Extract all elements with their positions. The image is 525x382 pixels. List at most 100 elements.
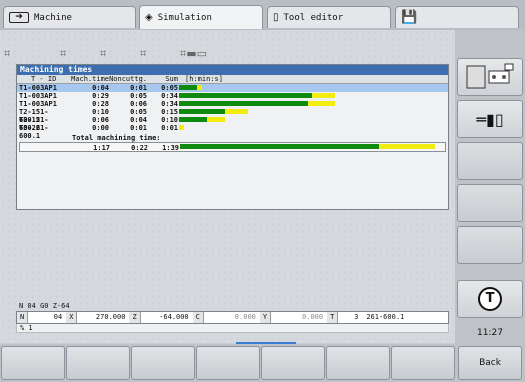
status-panel: N 04 G0 Z-64 N 04 X 270.000 Z -64.000 C … [16,302,449,340]
total-label: Total machining time: [72,134,161,142]
softkey-4[interactable] [196,346,260,380]
tab-tool-editor-label: Tool editor [283,12,344,23]
tab-tool-editor[interactable]: ▯ Tool editor [267,6,391,28]
time-bar [179,117,225,122]
back-button[interactable]: Back [458,346,522,380]
row-mach: 0:29 [92,92,109,100]
time-bar [179,125,184,130]
grid-icon[interactable]: ⌗ [60,47,66,61]
field-value: 0.000 [302,313,324,321]
softkey-tool-table[interactable]: T [457,280,523,318]
softkey-empty[interactable] [457,226,523,264]
grid-icon[interactable]: ⌗ [140,47,146,61]
table-body: T1-003AP1 0:04 0:01 0:05 T1-003AP1 0:29 0:05 0:… [17,84,448,140]
noncutting-bar [225,109,248,114]
tool-editor-icon: ▯ [273,12,279,23]
field-value: 0.000 [234,313,256,321]
tool-holder-icon: ═▮▯ [476,109,504,129]
grid-tool-icon[interactable]: ⌗▬▭ [180,47,207,61]
field-label: X [66,312,78,323]
softkey-empty[interactable] [457,142,523,180]
noncutting-bar [197,85,202,90]
field-label: N [17,312,29,323]
machining-bar [179,101,308,106]
field-value: -64.000 [159,313,189,321]
row-id: T3-261-600.1 [19,124,49,140]
tab-simulation[interactable]: ◈ Simulation [139,5,263,29]
program-line: % 1 [16,324,449,333]
horizontal-softkey-bar: Back [0,344,525,382]
window-title: Machining times [17,65,448,75]
softkey-page-indicator [236,342,296,344]
tab-save[interactable]: 💾 [395,6,519,28]
row-mach: 0:06 [92,116,109,124]
softkey-5[interactable] [261,346,325,380]
row-sum: 0:05 [161,84,178,92]
lathe-view-icon [466,63,514,89]
row-noncut: 0:01 [130,124,147,132]
table-row[interactable]: T3-261-600.1 0:00 0:01 0:01 [17,124,448,140]
table-header: T - ID Mach.time Noncuttg. Sum [h:min:s] [17,75,448,84]
tab-simulation-label: Simulation [157,12,212,23]
table-row[interactable]: T2-151-600.2 0:06 0:04 0:10 [17,116,448,132]
arrow-right-icon: ➔ [9,12,29,23]
table-row[interactable]: T1-003AP1 0:04 0:01 0:05 [17,84,448,92]
simulation-workspace: ⌗ ⌗ ⌗ ⌗ ⌗▬▭ Machining times T - ID Mach.… [0,30,455,343]
field-value: 04 [53,313,63,321]
softkey-view[interactable] [457,58,523,96]
row-mach: 0:28 [92,100,109,108]
row-sum: 0:01 [161,124,178,132]
field-label: Y [259,312,272,323]
grid-icon[interactable]: ⌗ [100,47,106,61]
table-row[interactable]: T1-003AP1 0:29 0:05 0:34 [17,92,448,100]
time-bar [179,93,336,98]
total-row: 1:17 0:22 1:39 [19,142,446,152]
col-header-sum: Sum [165,75,178,83]
field-value: 270.000 [95,313,126,321]
machining-bar [179,93,313,98]
row-mach: 0:10 [92,108,109,116]
machining-times-window: Machining times T - ID Mach.time Noncutt… [16,64,449,210]
time-bar [179,85,202,90]
row-sum: 0:34 [161,100,178,108]
col-header-mach: Mach.time [71,75,109,83]
field-value: 3 [354,313,359,321]
row-noncut: 0:06 [130,100,147,108]
softkey-7[interactable] [391,346,455,380]
softkey-2[interactable] [66,346,130,380]
row-sum: 0:15 [161,108,178,116]
time-bar [179,101,336,106]
total-machining-bar [180,144,379,149]
noncutting-bar [206,117,225,122]
softkey-empty[interactable] [457,184,523,222]
tab-machine-label: Machine [34,12,72,23]
noncutting-bar [179,125,184,130]
softkey-6[interactable] [326,346,390,380]
grid-icon[interactable]: ⌗ [4,47,10,61]
field-label: Z [129,312,141,323]
diamond-arrow-icon: ◈ [145,12,153,23]
noncutting-bar [307,101,336,106]
total-bar [180,144,435,149]
softkey-tool[interactable]: ═▮▯ [457,100,523,138]
top-tab-bar: ➔ Machine ◈ Simulation ▯ Tool editor 💾 [0,0,525,30]
softkey-3[interactable] [131,346,195,380]
time-bar [179,109,248,114]
col-header-id: T - ID [31,75,57,83]
row-id: T1-003AP1 [19,100,57,108]
save-disk-icon: 💾 [401,10,418,25]
row-noncut: 0:04 [130,116,147,124]
machining-bar [179,109,225,114]
softkey-1[interactable] [1,346,65,380]
tool-name: 261-600.1 [366,313,405,321]
machining-bar [179,85,198,90]
col-header-unit: [h:min:s] [185,75,223,83]
col-header-noncut: Noncuttg. [109,75,147,83]
row-id: T2-151-600.2 [19,108,49,124]
row-noncut: 0:05 [130,92,147,100]
total-noncutting-bar [378,144,435,149]
tab-machine[interactable]: ➔ Machine [3,6,136,28]
table-row[interactable]: T1-003AP1 0:28 0:06 0:34 [17,100,448,108]
table-row[interactable]: T2-151-600.2 0:10 0:05 0:15 [17,108,448,124]
row-sum: 0:10 [161,116,178,124]
